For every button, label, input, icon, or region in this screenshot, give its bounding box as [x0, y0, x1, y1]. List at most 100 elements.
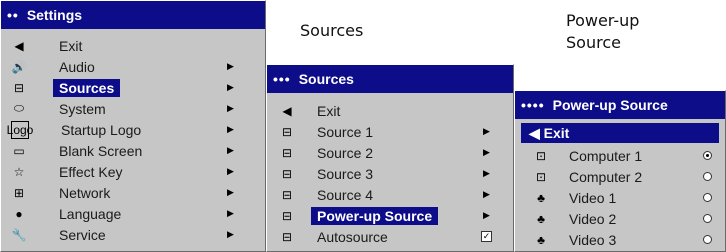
title-dots: •••• — [521, 97, 545, 113]
powerup-item-video-2[interactable]: ♣ Video 2 — [515, 208, 725, 229]
autosource-checkbox[interactable]: ✓ — [481, 231, 492, 242]
submenu-arrow-icon: ▶ — [227, 187, 234, 197]
system-icon: ⬭ — [13, 101, 25, 115]
settings-menu: •• Settings ◀ Exit 🔊 Audio ▶ ⊟ Sources ▶ ⬭ System… — [0, 0, 266, 252]
submenu-arrow-icon: ▶ — [227, 166, 234, 176]
settings-item-startup-logo[interactable]: Logo Startup Logo ▶ — [1, 119, 265, 140]
settings-item-label: Service — [59, 226, 106, 243]
source-input-icon: ⊟ — [13, 80, 25, 95]
radio-button[interactable] — [703, 193, 712, 202]
settings-item-language[interactable]: ● Language ▶ — [1, 203, 265, 224]
settings-item-exit[interactable]: ◀ Exit — [1, 35, 265, 56]
powerup-title-label: Power-up Source — [552, 97, 668, 113]
powerup-source-menu: •••• Power-up Source ◀ Exit ⊡ Computer 1 ⊡… — [514, 90, 726, 252]
settings-item-label: Effect Key — [59, 163, 123, 180]
powerup-item-video-3[interactable]: ♣ Video 3 — [515, 229, 725, 250]
settings-item-label: Exit — [59, 37, 83, 54]
sources-item-label: Exit — [317, 102, 341, 119]
submenu-arrow-icon: ▶ — [227, 124, 234, 134]
powerup-item-label: Computer 1 — [569, 147, 643, 164]
settings-item-label: Startup Logo — [61, 121, 142, 138]
settings-item-effect-key[interactable]: ☆ Effect Key ▶ — [1, 161, 265, 182]
video-icon: ♣ — [537, 211, 545, 226]
powerup-menu-title: •••• Power-up Source — [515, 91, 725, 119]
sources-item-source-3[interactable]: ⊟ Source 3 ▶ — [267, 163, 513, 184]
submenu-arrow-icon: ▶ — [483, 168, 490, 178]
wrench-icon: 🔧 — [11, 227, 27, 242]
exit-label: ◀ Exit — [529, 124, 570, 141]
source-input-icon: ⊟ — [281, 166, 293, 181]
powerup-item-computer-1[interactable]: ⊡ Computer 1 — [515, 145, 725, 166]
sources-item-source-2[interactable]: ⊟ Source 2 ▶ — [267, 142, 513, 163]
speaker-icon: 🔊 — [11, 59, 27, 74]
sources-item-label: Source 3 — [317, 165, 374, 182]
video-icon: ♣ — [537, 232, 545, 247]
submenu-arrow-icon: ▶ — [483, 210, 490, 220]
submenu-arrow-icon: ▶ — [483, 189, 490, 199]
settings-item-service[interactable]: 🔧 Service ▶ — [1, 224, 265, 245]
powerup-caption-line2: Source — [566, 33, 621, 52]
radio-button[interactable] — [703, 172, 712, 181]
powerup-item-label: Video 2 — [569, 210, 617, 227]
sources-caption: Sources — [300, 21, 364, 40]
settings-item-blank-screen[interactable]: ▭ Blank Screen ▶ — [1, 140, 265, 161]
submenu-arrow-icon: ▶ — [227, 145, 234, 155]
network-icon: ⊞ — [13, 185, 25, 200]
star-icon: ☆ — [13, 164, 25, 179]
settings-title-label: Settings — [26, 7, 83, 23]
sources-item-autosource[interactable]: ⊟ Autosource ✓ — [267, 226, 513, 247]
settings-item-label: Network — [59, 184, 111, 201]
power-up-source-icon: ⊟ — [281, 208, 293, 223]
sources-item-exit[interactable]: ◀ Exit — [267, 100, 513, 121]
autosource-icon: ⊟ — [281, 229, 293, 244]
powerup-exit-item[interactable]: ◀ Exit — [521, 123, 719, 143]
radio-button[interactable] — [703, 214, 712, 223]
powerup-caption: Power-up Source — [566, 10, 639, 54]
radio-button[interactable] — [703, 235, 712, 244]
source-input-icon: ⊟ — [281, 187, 293, 202]
submenu-arrow-icon: ▶ — [227, 61, 234, 71]
settings-item-label: Sources — [53, 78, 121, 97]
left-arrow-icon: ◀ — [14, 38, 24, 53]
settings-item-sources[interactable]: ⊟ Sources ▶ — [1, 77, 265, 98]
settings-item-label: Language — [59, 205, 122, 222]
submenu-arrow-icon: ▶ — [227, 229, 234, 239]
settings-item-system[interactable]: ⬭ System ▶ — [1, 98, 265, 119]
submenu-arrow-icon: ▶ — [227, 208, 234, 218]
logo-icon: Logo — [6, 120, 34, 139]
sources-item-label: Source 1 — [317, 123, 374, 140]
submenu-arrow-icon: ▶ — [227, 82, 234, 92]
sources-menu: ••• Sources ◀ Exit ⊟ Source 1 ▶ ⊟ Source 2 ▶ ⊟ So… — [266, 64, 514, 252]
sources-item-power-up-source[interactable]: ⊟ Power-up Source ▶ — [267, 205, 513, 226]
settings-item-network[interactable]: ⊞ Network ▶ — [1, 182, 265, 203]
sources-item-label: Power-up Source — [311, 206, 439, 225]
powerup-item-video-1[interactable]: ♣ Video 1 — [515, 187, 725, 208]
source-input-icon: ⊟ — [281, 145, 293, 160]
sources-title-label: Sources — [298, 71, 354, 87]
computer-icon: ⊡ — [535, 148, 547, 163]
powerup-caption-line1: Power-up — [566, 11, 640, 30]
powerup-item-computer-2[interactable]: ⊡ Computer 2 — [515, 166, 725, 187]
sources-item-source-4[interactable]: ⊟ Source 4 ▶ — [267, 184, 513, 205]
powerup-item-label: Video 3 — [569, 231, 617, 248]
left-arrow-icon: ◀ — [282, 103, 292, 118]
sources-item-label: Source 2 — [317, 144, 374, 161]
settings-item-audio[interactable]: 🔊 Audio ▶ — [1, 56, 265, 77]
blank-screen-icon: ▭ — [13, 143, 25, 158]
settings-menu-title: •• Settings — [1, 1, 265, 29]
submenu-arrow-icon: ▶ — [483, 147, 490, 157]
title-dots: ••• — [273, 71, 291, 87]
source-input-icon: ⊟ — [281, 124, 293, 139]
submenu-arrow-icon: ▶ — [227, 103, 234, 113]
sources-item-label: Source 4 — [317, 186, 374, 203]
globe-icon: ● — [15, 206, 23, 221]
settings-item-label: System — [59, 100, 106, 117]
settings-item-label: Audio — [59, 58, 95, 75]
radio-button[interactable] — [703, 151, 712, 160]
sources-item-source-1[interactable]: ⊟ Source 1 ▶ — [267, 121, 513, 142]
settings-item-label: Blank Screen — [59, 142, 143, 159]
sources-menu-title: ••• Sources — [267, 65, 513, 93]
powerup-item-label: Video 1 — [569, 189, 617, 206]
video-icon: ♣ — [537, 190, 545, 205]
title-dots: •• — [7, 7, 19, 23]
